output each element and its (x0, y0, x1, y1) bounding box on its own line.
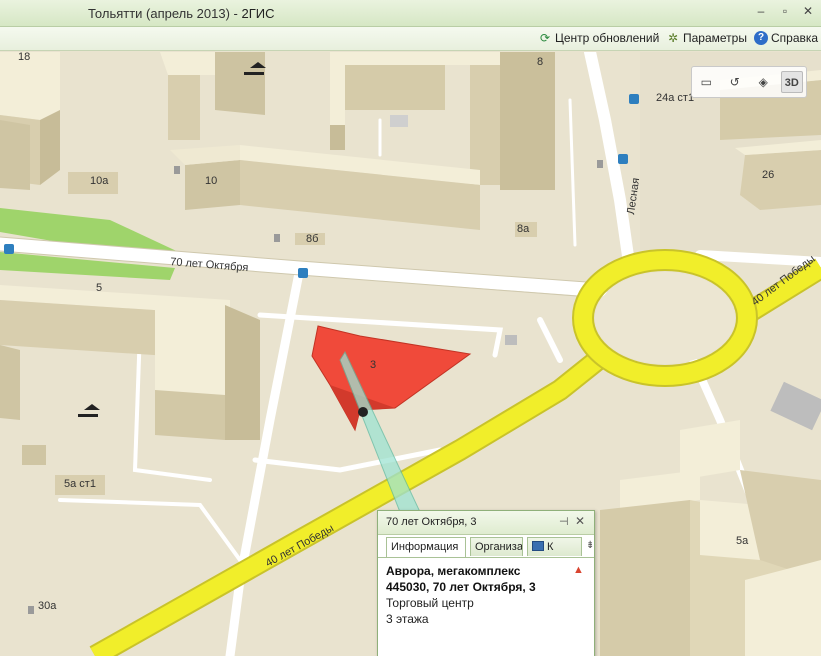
popup-address: 70 лет Октября, 3 (386, 516, 477, 528)
tab-k[interactable]: К (527, 537, 582, 556)
mall-icon (358, 407, 368, 417)
building-label: 5а (736, 535, 749, 547)
info-popup[interactable]: 70 лет Октября, 3 ⊣ ✕ Информация Организ… (377, 510, 595, 656)
org-category: Торговый центр (386, 596, 474, 610)
pin-icon[interactable]: ⊣ (559, 515, 569, 528)
popup-header: 70 лет Октября, 3 ⊣ ✕ (378, 511, 594, 535)
maximize-button[interactable]: ▫ (776, 4, 794, 20)
org-address: 445030, 70 лет Октября, 3 (386, 580, 536, 594)
map-control-panel: ▭ ↺ ◈ 3D (691, 66, 807, 98)
org-floors: 3 этажа (386, 612, 429, 626)
window-title-app: 2ГИС (241, 6, 275, 21)
building-label: 5 (96, 282, 102, 294)
layers-icon[interactable]: ◈ (752, 71, 774, 93)
help-label: Справка (771, 31, 819, 45)
building-label: 8 (537, 56, 543, 68)
settings-button[interactable]: ✲ Параметры (666, 31, 747, 45)
minimize-button[interactable]: ‒ (752, 4, 770, 20)
refresh-icon: ⟳ (539, 31, 551, 45)
building-label: 30а (38, 600, 57, 612)
building-label: 8а (517, 223, 530, 235)
settings-label: Параметры (683, 31, 747, 45)
title-bar: Тольятти (апрель 2013) - 2ГИС ‒ ▫ ✕ (0, 0, 821, 27)
building-label: 3 (370, 359, 376, 371)
update-center-label: Центр обновлений (555, 31, 660, 45)
org-name[interactable]: Аврора, мегакомплекс (386, 563, 591, 579)
building-label: 10 (205, 175, 217, 187)
building-label: 18 (18, 52, 30, 63)
monitor-icon (532, 541, 544, 551)
tabs-more-button[interactable]: ⇟ (586, 540, 594, 551)
update-center-button[interactable]: ⟳ Центр обновлений (538, 31, 659, 45)
3d-toggle-button[interactable]: 3D (780, 71, 803, 93)
close-window-button[interactable]: ✕ (799, 4, 817, 20)
warning-icon[interactable]: ▲ (573, 564, 584, 576)
route-icon[interactable]: ↺ (724, 71, 746, 93)
building-label: 26 (762, 169, 774, 181)
ruler-icon[interactable]: ▭ (695, 71, 717, 93)
window-title: Тольятти (апрель 2013) - 2ГИС (88, 6, 275, 21)
gear-icon: ✲ (667, 31, 679, 45)
window-title-city: Тольятти (апрель 2013) (88, 6, 230, 21)
roundabout-center (595, 272, 735, 364)
help-icon: ? (754, 31, 768, 45)
tab-information[interactable]: Информация (386, 537, 466, 557)
building-label: 24а ст1 (656, 92, 694, 104)
building-label: 10а (90, 175, 109, 187)
popup-tabs: Информация Организации К ⇟ (384, 537, 594, 557)
popup-body: Аврора, мегакомплекс ▲ 445030, 70 лет Ок… (386, 563, 591, 627)
toolbar: ⟳ Центр обновлений ✲ Параметры ? Справка (0, 27, 821, 51)
building-label: 5а ст1 (64, 478, 96, 490)
close-icon[interactable]: ✕ (575, 514, 585, 528)
building-label: 8б (306, 233, 318, 245)
tab-organizations[interactable]: Организации (470, 537, 523, 556)
help-button[interactable]: ? Справка (754, 31, 818, 45)
